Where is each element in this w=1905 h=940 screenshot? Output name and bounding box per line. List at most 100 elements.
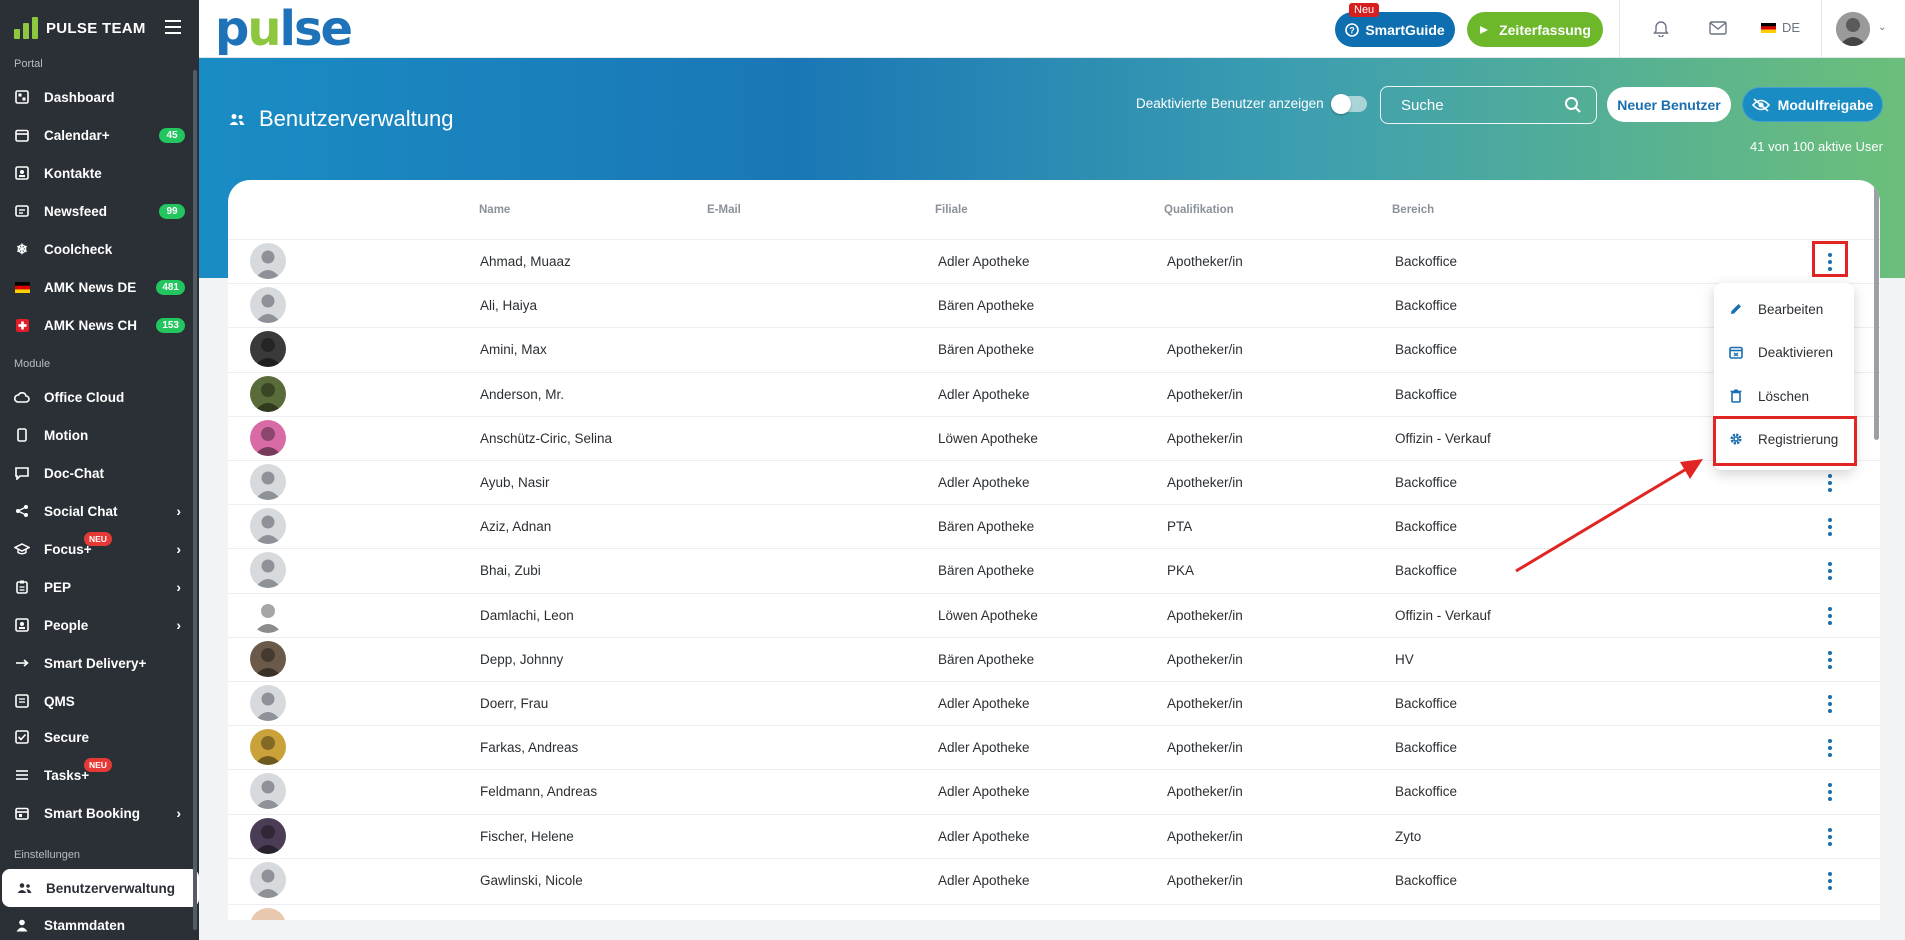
cell-bereich: Zyto <box>1395 828 1422 844</box>
more-actions-icon[interactable] <box>1827 871 1833 890</box>
more-actions-icon[interactable] <box>1827 474 1833 492</box>
table-row[interactable]: Gawlinski, Nicole Adler Apotheke Apotheker… <box>228 857 1880 902</box>
cell-name: Anderson, Mr. <box>480 386 565 402</box>
more-actions-icon[interactable] <box>1827 783 1833 802</box>
cell-filiale: Adler Apotheke <box>938 254 1030 269</box>
play-icon <box>1480 25 1489 34</box>
user-avatar[interactable] <box>1836 12 1870 46</box>
table-scrollbar[interactable] <box>1874 184 1879 440</box>
search-icon[interactable] <box>1564 96 1582 114</box>
table-row[interactable]: Anschütz-Ciric, Selina Löwen Apotheke Apot… <box>228 415 1880 460</box>
mail-icon[interactable] <box>1708 18 1728 38</box>
pulse-logo[interactable]: pulse <box>215 4 353 54</box>
table-row[interactable]: Depp, Johnny Bären Apotheke Apotheker/in HV <box>228 636 1880 681</box>
sidebar-item-label: AMK News DE <box>44 279 137 295</box>
more-actions-icon[interactable] <box>1827 606 1833 625</box>
sidebar-item-newsfeed[interactable]: Newsfeed 99 <box>0 192 199 230</box>
table-row[interactable]: Bhai, Zubi Bären Apotheke PKA Backoffice <box>228 548 1880 592</box>
cell-filiale: Adler Apotheke <box>938 740 1030 756</box>
table-row[interactable]: Fischer, Helene Adler Apotheke Apotheker/i… <box>228 813 1880 858</box>
avatar <box>250 375 286 412</box>
show-deactivated-label: Deaktivierte Benutzer anzeigen <box>1136 96 1324 111</box>
sidebar-item-amk-news-de[interactable]: AMK News DE 481 <box>0 268 199 306</box>
menu-item-bearbeiten[interactable]: Bearbeiten <box>1714 291 1854 327</box>
show-deactivated-toggle[interactable] <box>1331 94 1367 114</box>
modulfreigabe-button[interactable]: Modulfreigabe <box>1742 87 1883 122</box>
table-row[interactable]: Ali, Haiya Bären Apotheke Backoffice <box>228 283 1880 327</box>
sidebar-item-pep[interactable]: PEP › <box>0 568 199 606</box>
menu-item-loeschen[interactable]: Löschen <box>1714 378 1854 414</box>
table-row[interactable]: Amini, Max Bären Apotheke Apotheker/in Back… <box>228 327 1880 371</box>
sidebar-item-benutzerverwaltung[interactable]: Benutzerverwaltung <box>2 869 199 907</box>
language-selector[interactable]: DE <box>1761 20 1800 35</box>
sidebar-item-kontakte[interactable]: Kontakte <box>0 154 199 192</box>
sidebar-item-office-cloud[interactable]: Office Cloud <box>0 378 199 416</box>
table-row[interactable]: Doerr, Frau Adler Apotheke Apotheker/in Bac… <box>228 681 1880 725</box>
avatar <box>250 729 286 766</box>
cell-qualifikation: Apotheker/in <box>1167 784 1243 800</box>
table-row[interactable]: Farkas, Andreas Adler Apotheke Apotheker/i… <box>228 725 1880 769</box>
smartguide-button[interactable]: Neu ? SmartGuide <box>1335 3 1455 47</box>
sidebar-item-calendar[interactable]: Calendar+ 45 <box>0 116 199 154</box>
trash-icon <box>1728 389 1744 403</box>
chevron-down-icon[interactable]: ⌄ <box>1878 22 1886 33</box>
user-table: Name E-Mail Filiale Qualifikation Bereic… <box>228 180 1880 920</box>
cell-qualifikation: Apotheker/in <box>1167 386 1243 402</box>
table-row[interactable]: Feldmann, Andreas Adler Apotheke Apotheker… <box>228 769 1880 813</box>
sidebar-item-coolcheck[interactable]: ❄ Coolcheck <box>0 230 199 268</box>
sidebar-item-qms[interactable]: QMS <box>0 682 199 720</box>
table-row[interactable]: Anderson, Mr. Adler Apotheke Apotheker/in B… <box>228 371 1880 416</box>
cell-filiale: Bären Apotheke <box>938 651 1035 667</box>
search-input[interactable]: Suche <box>1380 86 1597 124</box>
sidebar-item-label: Social Chat <box>44 503 118 519</box>
cell-name: Bhai, Zubi <box>480 563 541 579</box>
sidebar-item-amk-news-ch[interactable]: AMK News CH 153 <box>0 306 199 344</box>
avatar <box>250 596 286 633</box>
sidebar-item-doc-chat[interactable]: Doc-Chat <box>0 454 199 492</box>
sidebar-item-motion[interactable]: Motion <box>0 416 199 454</box>
sidebar-item-dashboard[interactable]: Dashboard <box>0 78 199 116</box>
menu-item-deaktivieren[interactable]: Deaktivieren <box>1714 334 1854 370</box>
more-actions-icon[interactable] <box>1827 562 1833 581</box>
sidebar-item-social-chat[interactable]: Social Chat › <box>0 492 199 530</box>
more-actions-icon[interactable] <box>1827 695 1833 713</box>
column-header-qualifikation[interactable]: Qualifikation <box>1164 204 1234 216</box>
cell-bereich: Backoffice <box>1395 696 1458 711</box>
sidebar-item-focus[interactable]: Focus+ NEU › <box>0 530 199 568</box>
sidebar-item-people[interactable]: People › <box>0 606 199 644</box>
column-header-bereich[interactable]: Bereich <box>1392 204 1434 216</box>
bell-icon[interactable] <box>1651 18 1671 38</box>
more-actions-icon[interactable] <box>1827 650 1833 669</box>
contacts-icon <box>14 165 30 181</box>
cell-filiale: Bären Apotheke <box>938 342 1035 358</box>
sidebar-item-stammdaten[interactable]: Stammdaten <box>0 906 199 940</box>
new-user-button[interactable]: Neuer Benutzer <box>1607 87 1731 122</box>
highlight-kebab <box>1812 241 1848 277</box>
cell-bereich: Backoffice <box>1395 563 1458 579</box>
cell-bereich: Offizin - Verkauf <box>1395 607 1491 623</box>
zeiterfassung-button[interactable]: Zeiterfassung <box>1467 12 1603 47</box>
sidebar-item-tasks[interactable]: Tasks+ NEU <box>0 756 199 794</box>
column-header-email[interactable]: E-Mail <box>707 204 741 216</box>
column-header-filiale[interactable]: Filiale <box>935 204 968 216</box>
more-actions-icon[interactable] <box>1827 827 1833 846</box>
sidebar-item-secure[interactable]: Secure <box>0 718 199 756</box>
table-row[interactable]: Damlachi, Leon Löwen Apotheke Apotheker/in… <box>228 592 1880 637</box>
table-row[interactable]: Ahmad, Muaaz Adler Apotheke Apotheker/in Ba… <box>228 239 1880 283</box>
cell-filiale: Bären Apotheke <box>938 519 1035 535</box>
cell-qualifikation: PKA <box>1167 563 1195 579</box>
cell-filiale: Adler Apotheke <box>938 872 1030 888</box>
table-row[interactable]: Aziz, Adnan Bären Apotheke PTA Backoffice <box>228 504 1880 548</box>
hamburger-menu-icon[interactable] <box>165 20 181 38</box>
sidebar-item-smart-booking[interactable]: Smart Booking › <box>0 794 199 832</box>
cell-name: Doerr, Frau <box>480 696 549 711</box>
more-actions-icon[interactable] <box>1827 739 1833 758</box>
sidebar-item-label: PEP <box>44 579 72 595</box>
active-user-count: 41 von 100 aktive User <box>1750 139 1883 154</box>
sidebar-scrollbar[interactable] <box>193 70 197 930</box>
sidebar-item-smart-delivery[interactable]: Smart Delivery+ <box>0 644 199 682</box>
cell-bereich: Backoffice <box>1395 475 1458 490</box>
column-header-name[interactable]: Name <box>479 204 510 216</box>
table-row[interactable]: Ayub, Nasir Adler Apotheke Apotheker/in Bac… <box>228 460 1880 504</box>
more-actions-icon[interactable] <box>1827 518 1833 537</box>
